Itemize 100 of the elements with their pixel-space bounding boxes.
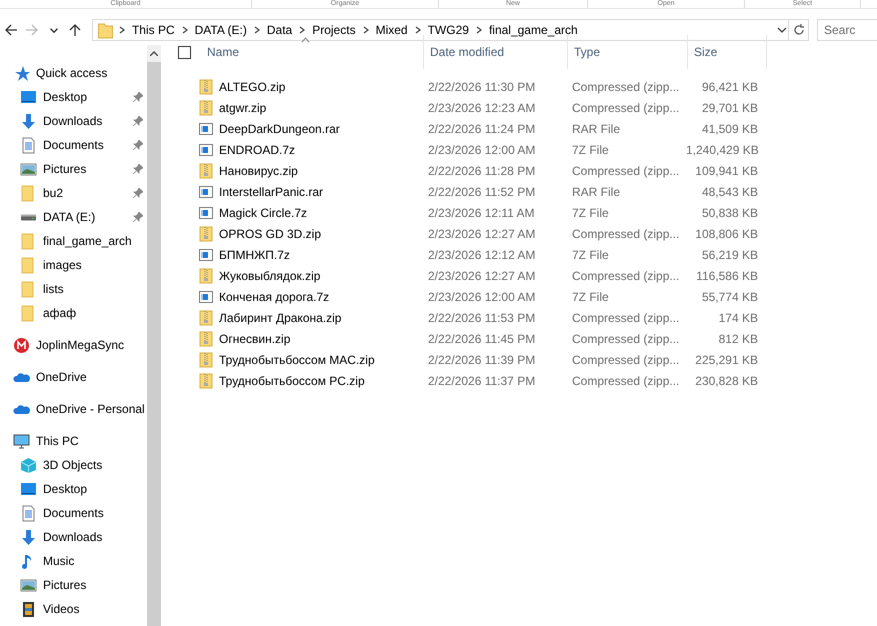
breadcrumb[interactable]: TWG29 xyxy=(424,23,473,37)
table-cell-text: 7Z File xyxy=(571,248,610,262)
refresh-icon xyxy=(792,24,805,36)
table-cell-text: 56,219 KB xyxy=(700,248,759,262)
sidebar-item[interactable]: JoplinMegaSync xyxy=(0,333,147,357)
table-cell-text: 116,586 KB xyxy=(695,268,759,282)
table-cell: ENDROAD.7z xyxy=(178,142,422,158)
zip-folder-icon xyxy=(199,330,213,346)
select-all-checkbox[interactable] xyxy=(178,46,191,58)
table-cell-text: 2/22/2026 11:53 PM xyxy=(427,310,536,324)
breadcrumb[interactable]: DATA (E:) xyxy=(190,23,251,37)
sidebar-item[interactable]: Music xyxy=(0,549,147,573)
sidebar-item[interactable]: 3D Objects xyxy=(0,453,147,477)
table-cell-text: Compressed (zipp... xyxy=(571,226,680,240)
star-icon xyxy=(13,64,30,82)
sidebar-item[interactable]: Documents xyxy=(0,133,147,157)
sidebar-item[interactable]: Quick access xyxy=(0,61,147,85)
zip-folder-icon xyxy=(199,310,213,326)
sidebar-item[interactable]: Downloads xyxy=(0,525,147,549)
sidebar-item[interactable]: OneDrive - Personal xyxy=(0,397,147,421)
table-cell-text: 2/23/2026 12:23 AM xyxy=(427,100,536,114)
archive-file-icon xyxy=(199,120,213,136)
sidebar-item[interactable]: Pictures xyxy=(0,157,147,181)
breadcrumb[interactable]: Mixed xyxy=(372,23,412,37)
mega-icon xyxy=(13,336,30,354)
documents-icon xyxy=(20,136,37,154)
scroll-up-icon[interactable] xyxy=(150,51,158,56)
breadcrumb[interactable]: This PC xyxy=(128,23,179,37)
breadcrumb[interactable]: Data xyxy=(262,23,296,37)
sidebar-item[interactable]: bu2 xyxy=(0,181,147,205)
column-header[interactable]: Size xyxy=(688,35,767,69)
archive-file-icon xyxy=(199,204,213,220)
table-cell-text: 812 KB xyxy=(718,332,759,346)
sidebar-item[interactable]: OneDrive xyxy=(0,365,147,389)
table-cell-text: 225,291 KB xyxy=(694,352,759,366)
sidebar-item[interactable]: афаф xyxy=(0,301,147,325)
table-cell-text: 2/23/2026 12:12 AM xyxy=(427,248,536,262)
table-cell-text: Compressed (zipp... xyxy=(571,310,680,324)
table-cell: БПМНЖП.7z xyxy=(178,246,422,262)
column-header[interactable]: Type xyxy=(568,35,688,69)
downloads-icon xyxy=(20,528,37,546)
pictures-icon xyxy=(20,160,37,178)
table-cell-text: RAR File xyxy=(571,184,622,198)
sidebar-item[interactable]: final_game_arch xyxy=(0,229,147,253)
table-cell-text: 7Z File xyxy=(571,142,610,156)
table-cell-text: RAR File xyxy=(571,122,622,136)
table-cell-text: 2/22/2026 11:28 PM xyxy=(427,164,536,178)
sidebar-item[interactable]: Videos xyxy=(0,597,147,621)
table-cell-text: 2/22/2026 11:30 PM xyxy=(427,80,536,94)
table-cell-text: 2/23/2026 12:00 AM xyxy=(427,290,536,304)
sidebar-item[interactable]: Desktop xyxy=(0,477,147,501)
breadcrumb[interactable]: final_game_arch xyxy=(484,23,582,37)
column-header[interactable]: Date modified xyxy=(424,35,568,69)
column-header[interactable]: Name xyxy=(201,35,424,69)
table-cell-text: 96,421 KB xyxy=(700,80,759,94)
downloads-icon xyxy=(20,112,37,130)
breadcrumb[interactable]: Projects xyxy=(308,23,360,37)
folder-icon xyxy=(96,22,114,38)
archive-file-icon xyxy=(199,184,213,200)
zip-folder-icon xyxy=(199,372,213,388)
scrollbar[interactable] xyxy=(147,45,161,626)
table-cell-text: 109,941 KB xyxy=(694,164,759,178)
table-cell: OPROS GD 3D.zip xyxy=(178,226,422,242)
table-cell-text: 50,838 KB xyxy=(700,206,759,220)
sidebar-item[interactable]: images xyxy=(0,253,147,277)
table-cell-text: Compressed (zipp... xyxy=(571,268,680,282)
table-cell: Лабиринт Дракона.zip xyxy=(178,310,422,326)
table-cell: Нановирус.zip xyxy=(178,162,422,178)
forward-arrow-icon xyxy=(26,24,38,36)
zip-folder-icon xyxy=(199,162,213,178)
up-arrow-icon xyxy=(69,24,82,36)
refresh-button[interactable] xyxy=(789,19,809,41)
table-cell-text: 41,509 KB xyxy=(700,122,759,136)
sidebar-item[interactable]: Pictures xyxy=(0,573,147,597)
pc-icon xyxy=(13,432,30,450)
table-cell-text: 2/22/2026 11:39 PM xyxy=(427,352,536,366)
sidebar-item[interactable]: This PC xyxy=(0,429,147,453)
address-bar[interactable]: This PC DATA (E:) Data Projects Mixed TWG29 final_game_arch xyxy=(92,19,790,41)
chevron-down-icon[interactable] xyxy=(776,25,788,35)
table-cell-text: 2/23/2026 12:00 AM xyxy=(427,142,536,156)
sidebar-item[interactable]: lists xyxy=(0,277,147,301)
search-field[interactable]: Searc xyxy=(816,19,877,41)
zip-folder-icon xyxy=(199,268,213,284)
table-cell: Труднобытьбоссом MAC.zip xyxy=(178,352,422,368)
table-cell-text: 2/22/2026 11:52 PM xyxy=(427,184,536,198)
sidebar-item[interactable]: Desktop xyxy=(0,85,147,109)
table-cell: Конченая дорога.7z xyxy=(178,288,422,304)
sidebar-item[interactable]: Downloads xyxy=(0,109,147,133)
table-cell: Труднобытьбоссом PC.zip xyxy=(178,372,422,388)
table-cell-text: Compressed (zipp... xyxy=(571,80,680,94)
table-cell-text: 55,774 KB xyxy=(700,290,759,304)
table-cell-text: 7Z File xyxy=(571,206,610,220)
sidebar-item[interactable]: Documents xyxy=(0,501,147,525)
table-cell: Жуковыблядок.zip xyxy=(178,268,422,284)
table-cell-text: 1,240,429 KB xyxy=(686,142,760,156)
table-cell: Огнесвин.zip xyxy=(178,330,422,346)
table-cell-text: 48,543 KB xyxy=(700,184,759,198)
documents-icon xyxy=(20,504,37,522)
table-cell-text: Compressed (zipp... xyxy=(571,352,680,366)
sidebar-item[interactable]: DATA (E:) xyxy=(0,205,147,229)
